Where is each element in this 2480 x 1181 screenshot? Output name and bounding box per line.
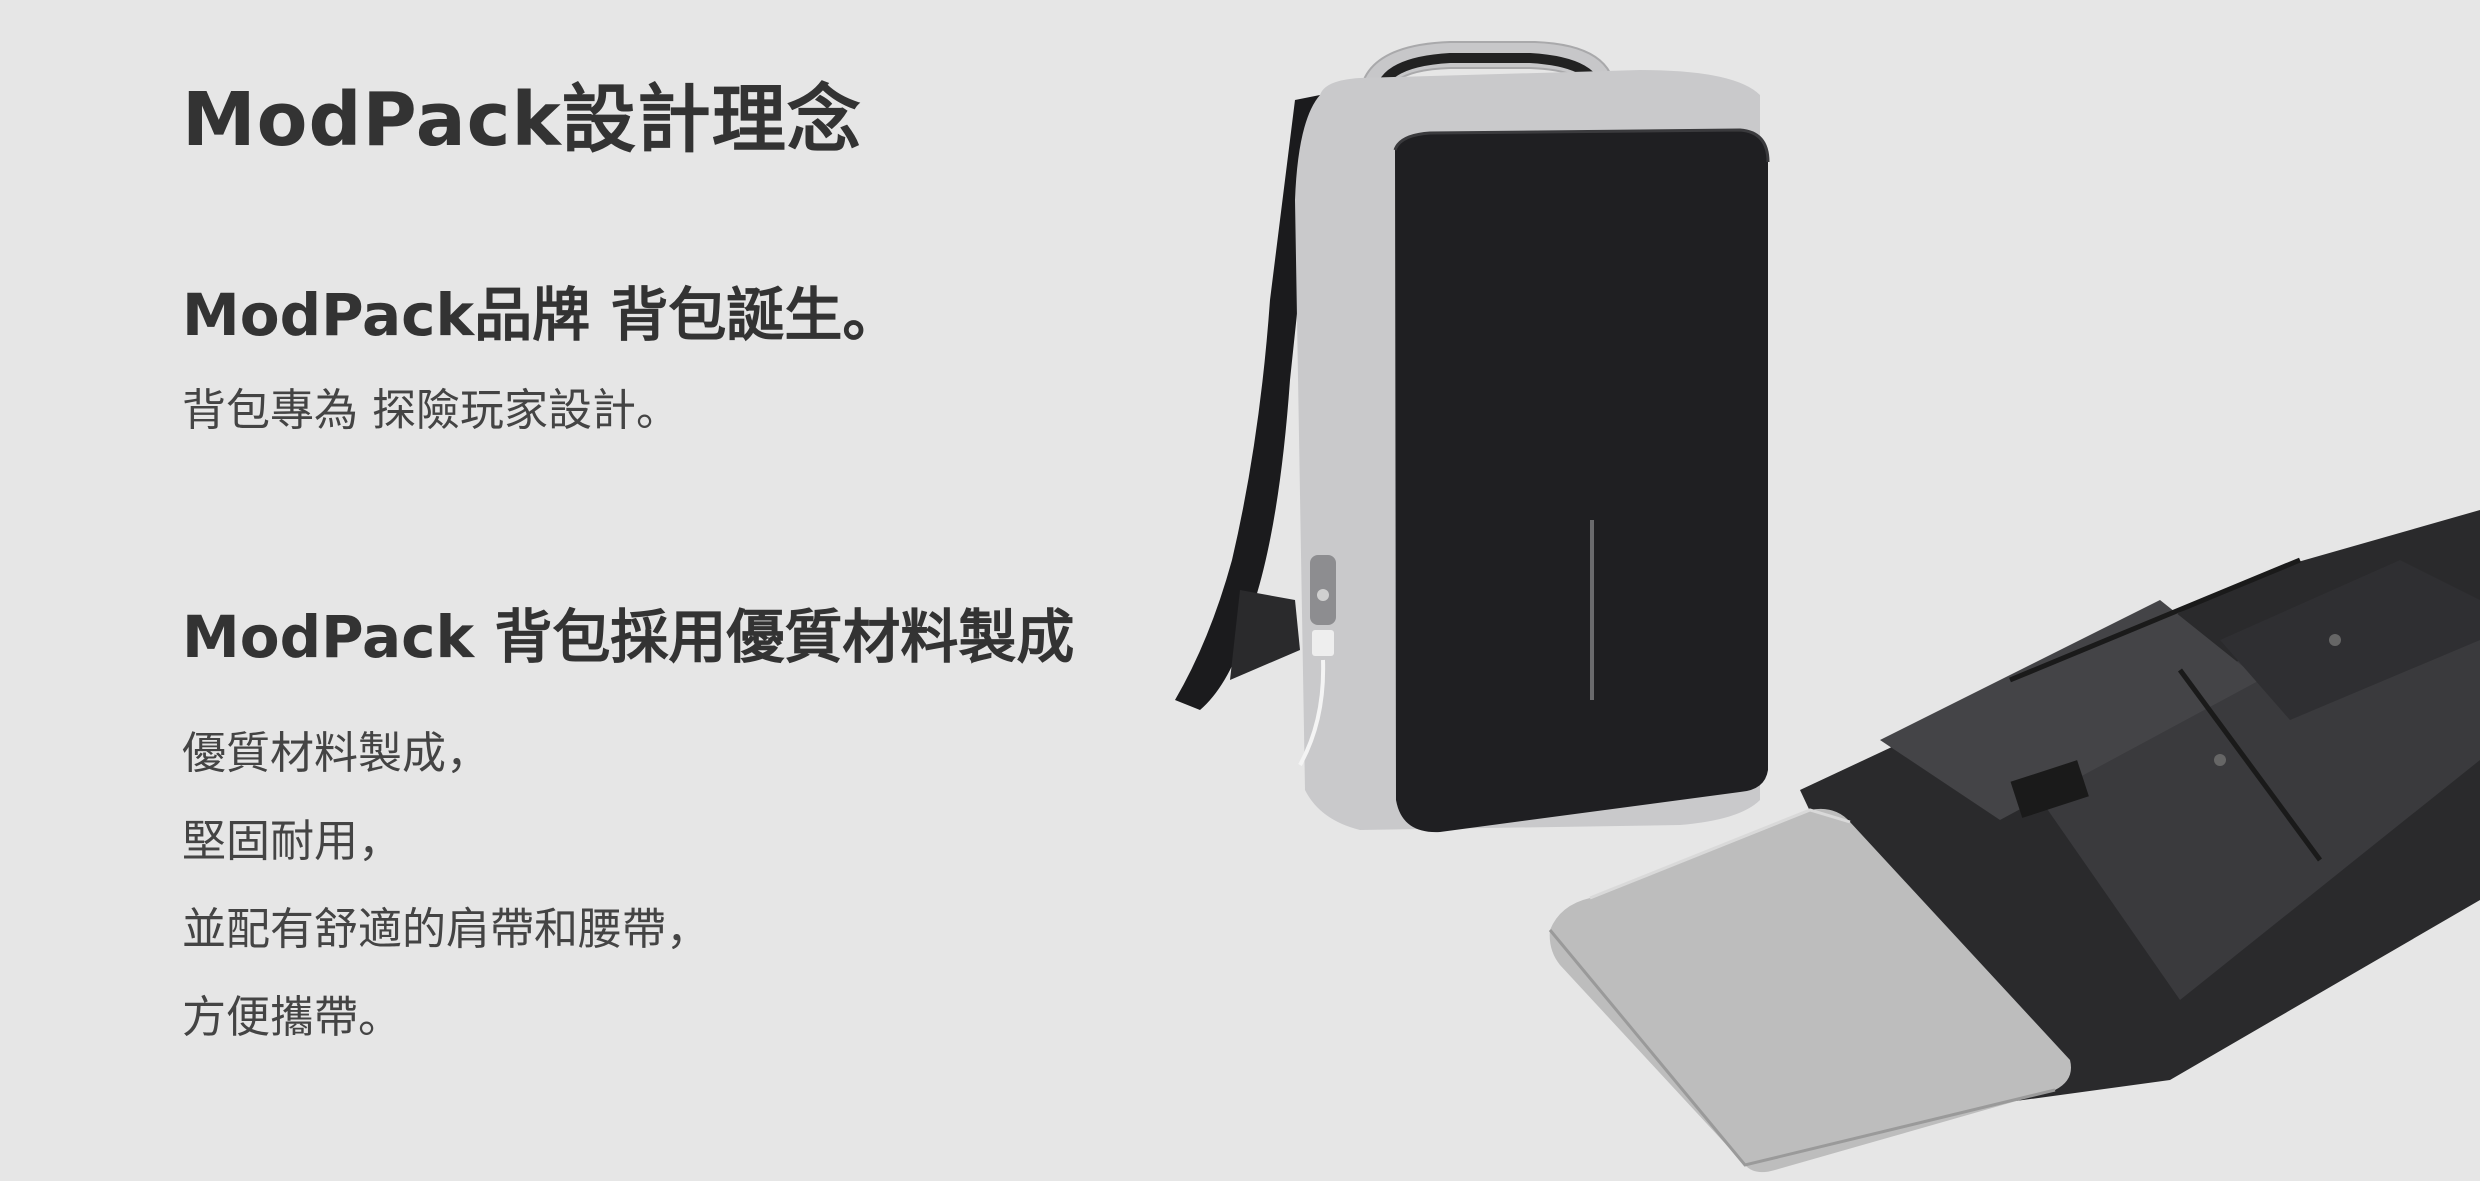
page-title: ModPack設計理念 — [182, 77, 862, 163]
intro-heading: ModPack品牌 背包誕生。 — [182, 281, 901, 349]
materials-section: ModPack 背包採用優質材料製成 優質材料製成， 堅固耐用， 並配有舒適的肩… — [182, 590, 1074, 1062]
intro-section: ModPack品牌 背包誕生。 背包專為 探險玩家設計。 — [182, 268, 900, 438]
materials-line: 堅固耐用， — [182, 816, 402, 867]
materials-line: 並配有舒適的肩帶和腰帶， — [182, 904, 710, 955]
materials-heading: ModPack 背包採用優質材料製成 — [182, 603, 1075, 671]
materials-line: 優質材料製成， — [182, 728, 490, 779]
backpack-illustration — [1175, 41, 2480, 1173]
intro-text: 背包專為 探險玩家設計。 — [182, 385, 680, 436]
materials-lines: 優質材料製成， 堅固耐用， 並配有舒適的肩帶和腰帶， 方便攜帶。 — [182, 710, 1074, 1062]
materials-line: 方便攜帶。 — [182, 992, 402, 1043]
product-images — [1120, 0, 2480, 1181]
backpack-front-image — [1175, 41, 1770, 833]
